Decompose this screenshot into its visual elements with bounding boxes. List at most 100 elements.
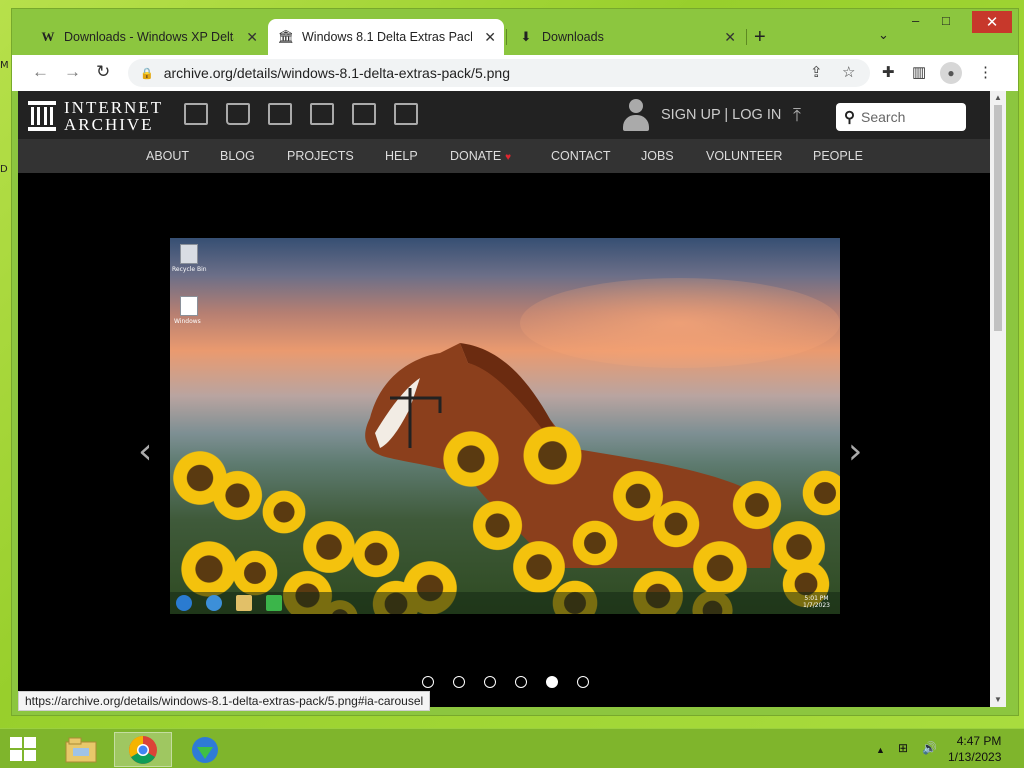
nav-blog[interactable]: BLOG <box>220 149 255 163</box>
media-type-icons <box>184 103 418 125</box>
nav-contact[interactable]: CONTACT <box>551 149 611 163</box>
sunflower <box>730 478 784 532</box>
address-url: archive.org/details/windows-8.1-delta-ex… <box>163 65 510 81</box>
nav-projects[interactable]: PROJECTS <box>287 149 354 163</box>
search-icon: ⚲ <box>844 109 855 126</box>
minimize-button[interactable]: – <box>912 13 919 28</box>
preview-clock-time: 5:01 PM <box>804 595 829 602</box>
recycle-bin-icon <box>180 244 198 264</box>
folder-icon <box>236 595 252 611</box>
maximize-button[interactable]: □ <box>942 13 950 28</box>
close-icon[interactable]: ✕ <box>246 29 258 46</box>
sunflower <box>520 423 585 488</box>
carousel-screenshot-image: Recycle Bin Windows 5:01 PM 1/7/2023 <box>170 238 840 614</box>
archive-temple-icon: 🏛 <box>277 29 295 44</box>
nav-donate-label: DONATE <box>450 149 502 163</box>
volume-icon[interactable]: 🔊 <box>922 741 937 755</box>
sunflower <box>800 468 840 518</box>
scrollbar-thumb[interactable] <box>994 105 1002 331</box>
signup-login-link[interactable]: SIGN UP | LOG IN <box>661 107 781 123</box>
tab-title: Downloads <box>542 30 604 44</box>
preview-clock-date: 1/7/2023 <box>803 602 830 609</box>
page-viewport: INTERNET ARCHIVE SIGN UP | LOG IN ⤒ ⚲ Se… <box>18 91 990 707</box>
nav-people[interactable]: PEOPLE <box>813 149 863 163</box>
forward-arrow-icon[interactable]: → <box>64 62 81 82</box>
system-clock[interactable]: 4:47 PM 1/13/2023 <box>948 733 1001 765</box>
sunflower <box>210 468 265 523</box>
desktop-icon-label: Windows <box>174 318 201 325</box>
address-bar[interactable]: 🔒 archive.org/details/windows-8.1-delta-… <box>128 59 870 87</box>
side-panel-icon[interactable]: ▥ <box>912 63 926 81</box>
tab-strip: W Downloads - Windows XP Delta ✕ 🏛 Windo… <box>12 9 1018 55</box>
tab-search-chevron-icon[interactable]: ⌄ <box>878 27 889 43</box>
close-icon[interactable]: ✕ <box>484 29 496 46</box>
preview-clock: 5:01 PM 1/7/2023 <box>803 595 830 609</box>
logo-line-1: INTERNET <box>64 98 164 117</box>
tab-windows-81-delta-extras[interactable]: 🏛 Windows 8.1 Delta Extras Pack : I ✕ <box>268 19 504 55</box>
scroll-up-icon[interactable]: ▲ <box>994 93 1002 102</box>
tab-separator <box>506 29 507 45</box>
browser-toolbar: ← → ↻ 🔒 archive.org/details/windows-8.1-… <box>12 55 1018 91</box>
scroll-down-icon[interactable]: ▼ <box>994 695 1002 704</box>
logo-line-2: ARCHIVE <box>64 115 154 134</box>
carousel-dot[interactable] <box>515 676 527 688</box>
back-arrow-icon[interactable]: ← <box>32 62 49 82</box>
video-icon[interactable] <box>268 103 292 125</box>
vertical-scrollbar[interactable]: ▲ ▼ <box>990 91 1006 707</box>
nav-jobs[interactable]: JOBS <box>641 149 674 163</box>
carousel-dot[interactable] <box>453 676 465 688</box>
tab-windows-xp-delta[interactable]: W Downloads - Windows XP Delta ✕ <box>30 19 266 55</box>
window-close-button[interactable]: ✕ <box>972 11 1012 33</box>
preview-taskbar: 5:01 PM 1/7/2023 <box>170 592 840 614</box>
carousel-dot[interactable] <box>422 676 434 688</box>
upload-icon[interactable]: ⤒ <box>793 105 801 126</box>
share-icon[interactable]: ⇪ <box>810 63 823 81</box>
profile-avatar-icon[interactable]: ● <box>940 62 962 84</box>
chrome-icon[interactable] <box>114 732 172 767</box>
lock-icon[interactable]: 🔒 <box>140 67 154 80</box>
sunflower <box>260 488 308 536</box>
web-icon[interactable] <box>184 103 208 125</box>
new-tab-button[interactable]: + <box>754 26 766 49</box>
internet-download-manager-icon[interactable] <box>176 732 234 767</box>
nav-about[interactable]: ABOUT <box>146 149 189 163</box>
carousel-dot[interactable] <box>546 676 558 688</box>
carousel-dot[interactable] <box>577 676 589 688</box>
ia-search-input[interactable]: ⚲ Search <box>836 103 966 131</box>
network-icon[interactable]: ⊞ <box>898 741 908 755</box>
download-icon: ⬇ <box>520 29 532 44</box>
windows-start-icon[interactable] <box>10 737 38 763</box>
texts-icon[interactable] <box>226 103 250 125</box>
tab-downloads[interactable]: ⬇ Downloads ✕ <box>508 19 744 55</box>
extensions-puzzle-icon[interactable]: ✚ <box>882 63 895 81</box>
bookmark-star-icon[interactable]: ☆ <box>842 63 855 81</box>
close-icon[interactable]: ✕ <box>724 29 736 46</box>
start-orb-icon <box>176 595 192 611</box>
tray-expand-chevron-icon[interactable]: ▲ <box>876 745 885 755</box>
file-explorer-icon[interactable] <box>52 732 110 767</box>
sunflower <box>470 498 525 553</box>
audio-icon[interactable] <box>310 103 334 125</box>
sunflower <box>440 428 502 490</box>
document-icon <box>180 296 198 316</box>
logo-text: INTERNET ARCHIVE <box>64 99 163 133</box>
wiki-w-icon: W <box>41 29 55 44</box>
software-icon[interactable] <box>352 103 376 125</box>
more-menu-icon[interactable]: ⋮ <box>978 63 993 81</box>
store-icon <box>266 595 282 611</box>
internet-archive-logo[interactable]: INTERNET ARCHIVE <box>28 99 163 133</box>
sunflower <box>650 498 702 550</box>
sunflower <box>230 548 280 598</box>
reload-icon[interactable]: ↻ <box>96 62 110 82</box>
nav-donate[interactable]: DONATE ♥ <box>450 149 511 163</box>
images-icon[interactable] <box>394 103 418 125</box>
tab-title: Windows 8.1 Delta Extras Pack : I <box>302 30 472 44</box>
carousel-dot[interactable] <box>484 676 496 688</box>
user-area: SIGN UP | LOG IN <box>623 99 781 131</box>
user-icon[interactable] <box>623 99 649 131</box>
carousel-next-arrow-icon[interactable]: › <box>848 431 862 472</box>
nav-help[interactable]: HELP <box>385 149 418 163</box>
clock-date: 1/13/2023 <box>948 750 1002 764</box>
nav-volunteer[interactable]: VOLUNTEER <box>706 149 782 163</box>
carousel-prev-arrow-icon[interactable]: ‹ <box>138 431 152 472</box>
